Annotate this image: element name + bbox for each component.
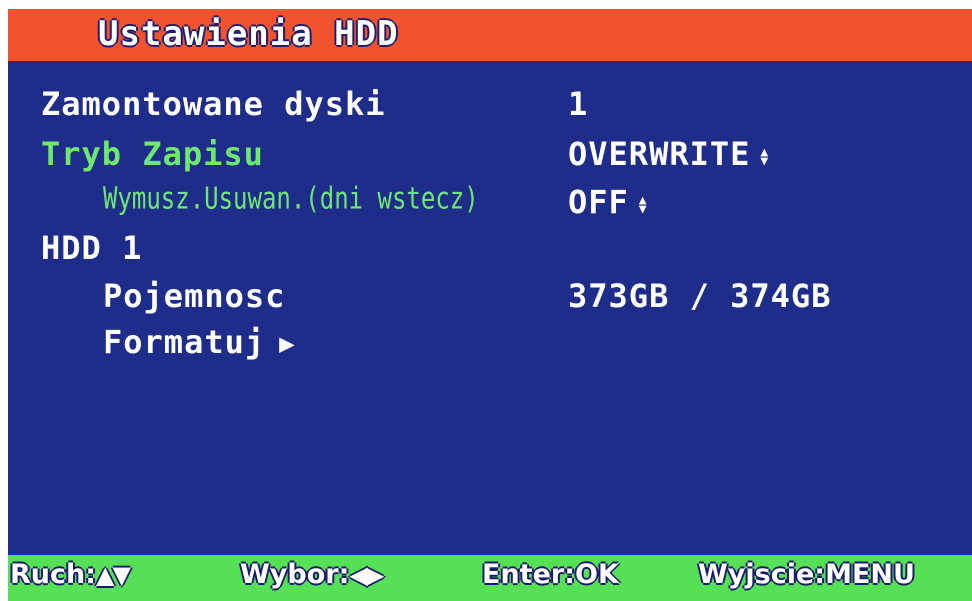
force-delete-value: OFF xyxy=(568,183,629,221)
title-bar: Ustawienia HDD xyxy=(8,9,972,61)
help-select: Wybor:◀▶ xyxy=(240,559,384,590)
capacity-value: 373GB / 374GB xyxy=(568,277,832,315)
help-bar: Ruch:▲▼ Wybor:◀▶ Enter:OK Wyjscie:MENU xyxy=(8,555,972,601)
triangle-right-icon: ▶ xyxy=(279,329,296,359)
format-label: Formatuj xyxy=(103,323,266,361)
up-down-arrows-icon: ▲▼ xyxy=(96,561,131,589)
help-exit: Wyjscie:MENU xyxy=(698,559,915,590)
help-move-label: Ruch: xyxy=(10,559,97,590)
force-delete-selector[interactable]: OFF ▲ ▼ xyxy=(568,183,648,221)
mounted-disks-label: Zamontowane dyski xyxy=(41,85,386,123)
help-enter: Enter:OK xyxy=(482,559,619,590)
hdd-section-label: HDD 1 xyxy=(41,229,143,267)
record-mode-value: OVERWRITE xyxy=(568,135,751,173)
osd-screen: Ustawienia HDD Zamontowane dyski 1 Tryb … xyxy=(8,9,972,601)
updown-icon: ▲ ▼ xyxy=(638,193,648,218)
help-select-label: Wybor: xyxy=(240,559,350,590)
left-right-arrows-icon: ◀▶ xyxy=(349,561,384,589)
mounted-disks-value: 1 xyxy=(568,85,589,123)
record-mode-label[interactable]: Tryb Zapisu xyxy=(41,135,264,173)
force-delete-label[interactable]: Wymusz.Usuwan.(dni wstecz) xyxy=(103,181,479,216)
updown-icon: ▲ ▼ xyxy=(760,145,770,170)
format-button[interactable]: Formatuj ▶ xyxy=(103,323,296,361)
capacity-label: Pojemnosc xyxy=(103,277,286,315)
page-title: Ustawienia HDD xyxy=(98,14,399,54)
help-move: Ruch:▲▼ xyxy=(10,559,131,590)
record-mode-selector[interactable]: OVERWRITE ▲ ▼ xyxy=(568,135,769,173)
